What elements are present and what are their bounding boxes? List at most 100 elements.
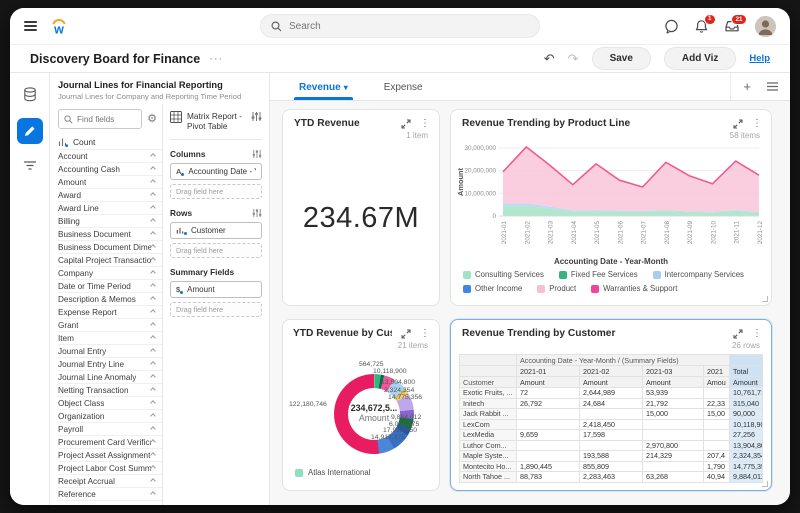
field-item[interactable]: Project Labor Cost Summary (58, 462, 162, 475)
sliders-icon[interactable] (251, 111, 262, 122)
field-item[interactable]: Netting Transaction (58, 384, 162, 397)
kebab-menu-icon[interactable]: ⋮ (752, 329, 762, 339)
field-item[interactable]: Capital Project Transaction (58, 254, 162, 267)
redo-icon[interactable]: ↷ (568, 51, 579, 67)
card-revenue-trending-product-line[interactable]: Revenue Trending by Product Line ⋮ 58 it… (450, 109, 772, 306)
field-item[interactable]: Amount (58, 176, 162, 189)
resize-handle[interactable] (762, 296, 768, 302)
field-item[interactable]: Business Document Dimensi... (58, 241, 162, 254)
notification-badge: 1 (704, 14, 716, 25)
field-item[interactable]: Journal Line Anomaly (58, 371, 162, 384)
sliders-icon[interactable] (252, 208, 262, 218)
row-drop-zone[interactable]: Drag field here (170, 243, 262, 258)
count-field[interactable]: Count (58, 134, 162, 150)
column-header[interactable]: 2021-01 (517, 366, 580, 377)
legend-item[interactable]: Atlas International (308, 468, 370, 477)
tab-revenue[interactable]: Revenue▾ (296, 82, 351, 100)
inbox-icon[interactable]: 21 (724, 19, 740, 33)
field-item[interactable]: Procurement Card Verification (58, 436, 162, 449)
field-item[interactable]: Object Class (58, 397, 162, 410)
field-item[interactable]: Journal Entry (58, 345, 162, 358)
field-item[interactable]: Business Document (58, 228, 162, 241)
card-ytd-revenue-by-customer[interactable]: YTD Revenue by Custo... ⋮ 21 items 234,6… (282, 319, 440, 491)
row-field-chip[interactable]: Customer (170, 222, 262, 239)
data-source-icon[interactable] (23, 87, 37, 102)
resize-handle[interactable] (762, 481, 768, 487)
save-button[interactable]: Save (592, 47, 651, 70)
tab-list-icon[interactable] (767, 82, 778, 91)
table-row[interactable]: Initech26,79224,68421,79222,33315,040 (460, 398, 763, 409)
card-revenue-trending-by-customer[interactable]: Revenue Trending by Customer ⋮ 26 rows A… (450, 319, 772, 491)
legend-item[interactable]: Fixed Fee Services (559, 270, 638, 279)
field-item[interactable]: Account (58, 150, 162, 163)
column-header[interactable]: Total (730, 366, 763, 377)
legend-item[interactable]: Consulting Services (463, 270, 544, 279)
find-fields-input[interactable] (77, 115, 136, 124)
summary-drop-zone[interactable]: Drag field here (170, 302, 262, 317)
help-link[interactable]: Help (749, 53, 770, 64)
expand-icon[interactable] (733, 329, 743, 339)
kebab-menu-icon[interactable]: ⋮ (752, 119, 762, 129)
kebab-menu-icon[interactable]: ⋮ (420, 119, 430, 129)
expand-icon[interactable] (401, 329, 411, 339)
global-search[interactable] (260, 14, 540, 38)
edit-fields-icon[interactable] (17, 118, 43, 144)
card-grid: YTD Revenue ⋮ 1 item 234.67M Revenue Tre… (270, 101, 790, 505)
field-item[interactable]: Award Line (58, 202, 162, 215)
field-item[interactable]: Receipt Accrual (58, 475, 162, 488)
table-row[interactable]: Luthor Com...2,970,80013,904,800 (460, 440, 763, 451)
profile-avatar[interactable] (755, 16, 776, 37)
field-item[interactable]: Grant (58, 319, 162, 332)
field-item[interactable]: Award (58, 189, 162, 202)
related-actions-icon[interactable]: ··· (209, 53, 223, 65)
add-tab-icon[interactable]: + (743, 80, 751, 93)
tab-expense[interactable]: Expense (381, 82, 426, 100)
legend-item[interactable]: Other Income (463, 284, 522, 293)
chat-icon[interactable] (664, 19, 679, 34)
card-ytd-revenue[interactable]: YTD Revenue ⋮ 1 item 234.67M (282, 109, 440, 306)
column-drop-zone[interactable]: Drag field here (170, 184, 262, 199)
field-item[interactable]: Reference (58, 488, 162, 501)
field-item[interactable]: Project Asset Assignment Ru... (58, 449, 162, 462)
chevron-up-icon (150, 270, 156, 276)
sliders-icon[interactable] (252, 149, 262, 159)
notifications-bell-icon[interactable]: 1 (694, 19, 709, 34)
find-fields-box[interactable] (58, 109, 142, 129)
column-header[interactable]: 2021-03 (643, 366, 704, 377)
table-row[interactable]: LexMedia9,65917,59827,256 (460, 430, 763, 441)
field-item[interactable]: Description & Memos (58, 293, 162, 306)
field-item[interactable]: Expense Report (58, 306, 162, 319)
table-row[interactable]: Exotic Fruits, ...722,644,98953,93910,76… (460, 388, 763, 399)
filter-icon[interactable] (23, 160, 37, 172)
field-item[interactable]: Date or Time Period (58, 280, 162, 293)
field-item[interactable]: Item (58, 332, 162, 345)
undo-icon[interactable]: ↶ (544, 51, 555, 67)
field-item[interactable]: Company (58, 267, 162, 280)
expand-icon[interactable] (401, 119, 411, 129)
field-item[interactable]: Payroll (58, 423, 162, 436)
table-row[interactable]: Jack Rabbit ...15,00015,0090,000 (460, 409, 763, 420)
legend-item[interactable]: Warranties & Support (591, 284, 677, 293)
table-row[interactable]: North Tahoe ...88,7832,283,46363,26840,9… (460, 472, 763, 483)
legend-item[interactable]: Product (537, 284, 576, 293)
add-viz-button[interactable]: Add Viz (664, 47, 736, 70)
kebab-menu-icon[interactable]: ⋮ (420, 329, 430, 339)
summary-field-chip[interactable]: $ Amount (170, 281, 262, 298)
gear-icon[interactable]: ⚙ (147, 114, 157, 125)
table-row[interactable]: LexCom2,418,45010,118,900 (460, 419, 763, 430)
table-row[interactable]: Montecito Ho...1,890,445855,8091,79014,7… (460, 461, 763, 472)
global-menu-icon[interactable] (24, 21, 37, 31)
field-item[interactable]: Journal Entry Line (58, 358, 162, 371)
field-item[interactable]: Accounting Cash (58, 163, 162, 176)
expand-icon[interactable] (733, 119, 743, 129)
search-input[interactable] (289, 21, 529, 32)
column-header[interactable]: 2021 (704, 366, 730, 377)
column-field-chip[interactable]: A Accounting Date - Year-Mo... (170, 163, 262, 180)
column-header[interactable]: 2021-02 (580, 366, 643, 377)
legend-item[interactable]: Intercompany Services (653, 270, 744, 279)
viz-type-label[interactable]: Matrix Report - Pivot Table (187, 111, 246, 132)
field-item[interactable]: Billing (58, 215, 162, 228)
workday-logo[interactable]: w (49, 17, 69, 36)
field-item[interactable]: Organization (58, 410, 162, 423)
table-row[interactable]: Maple Syste...193,588214,329207,42,324,3… (460, 451, 763, 462)
